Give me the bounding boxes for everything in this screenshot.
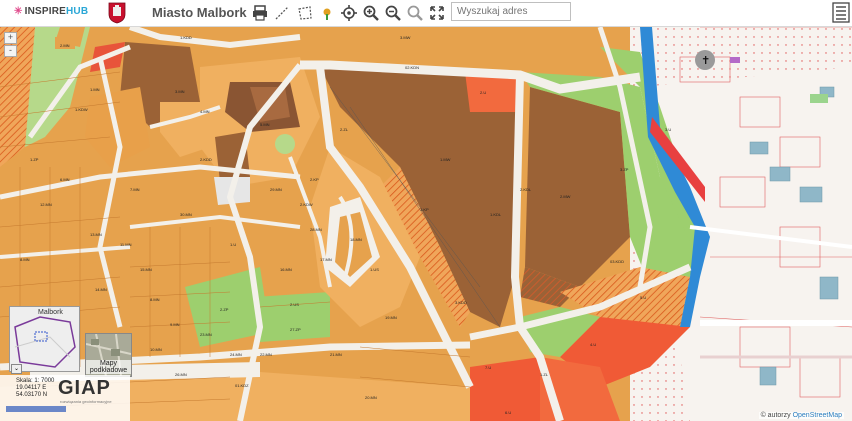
parcel-label: 2.KDW [300, 202, 313, 207]
inspirehub-logo-icon: ✳ [14, 6, 23, 17]
address-search-input[interactable] [451, 2, 571, 21]
parcel-label: 6.U [505, 410, 512, 415]
parcel-label: 2.ZL [340, 127, 349, 132]
parcel-label: 4.MN [200, 109, 210, 114]
parcel-label: 10.MN [150, 347, 162, 352]
parcel-label: 14.MN [95, 287, 107, 292]
measure-line-icon[interactable] [273, 4, 291, 22]
parcel-label: 13.MN [90, 232, 102, 237]
zoom-out-button[interactable]: - [4, 45, 17, 57]
parcel-label: 1.U [230, 242, 237, 247]
scale-readout: Skala: 1: 7000 19.04117 E 54.03170 N [16, 378, 54, 399]
parcel-label: 2.ZP [220, 307, 229, 312]
parcel-label: 27.ZP [290, 327, 301, 332]
parcel-label: 22.MN [260, 352, 272, 357]
parcel-label: 3.MW [400, 35, 411, 40]
scale-ratio: Skala: 1: 7000 [16, 378, 55, 384]
legend-menu-icon[interactable] [832, 2, 850, 23]
parcel-label: 2.MN [60, 43, 70, 48]
overview-minimap[interactable]: Malbork [9, 306, 80, 372]
parcel-label: 1.MW [440, 157, 451, 162]
parcel-label: 6.MN [60, 177, 70, 182]
minimap-toggle-icon[interactable]: ⌄ [11, 364, 22, 374]
parcel-label: 1.KDD [180, 35, 192, 40]
parcel-label: 8.MN [20, 257, 30, 262]
parcel-label: 7.MN [130, 187, 140, 192]
parcel-label: 21.MN [330, 352, 342, 357]
parcel-label: 12.MN [40, 202, 52, 207]
parcel-label: 26.MN [175, 372, 187, 377]
parcel-label: 5.U [640, 295, 647, 300]
basemap-switch-button[interactable]: Mapy podkładowe [85, 333, 132, 377]
parcel-label: 1.KDL [490, 212, 502, 217]
parcel-label: 11.MN [120, 242, 132, 247]
parcel-label: 4.U [590, 342, 597, 347]
parcel-label: 3.ZP [620, 167, 629, 172]
parcel-label: 2.KDD [200, 157, 212, 162]
parcel-label: 3.KDD [455, 300, 467, 305]
latitude: 54.03170 N [16, 392, 48, 398]
parcel-label: 8.MN [150, 297, 160, 302]
parcel-label: 3.U [665, 127, 672, 132]
locate-icon[interactable] [340, 4, 358, 22]
parcel-label: 17.MN [320, 257, 332, 262]
parcel-label: 01.KDZ [235, 383, 249, 388]
scale-panel: Skala: 1: 7000 19.04117 E 54.03170 N GIA… [0, 375, 130, 421]
zoom-controls: + - [4, 32, 17, 58]
parcel-label: 1.MN [90, 87, 100, 92]
zoom-in-button[interactable]: + [4, 32, 17, 44]
minimap-label: Malbork [38, 309, 63, 316]
parcel-label: 24.MN [230, 352, 242, 357]
parcel-label: 23.MN [200, 332, 212, 337]
parcel-label: 29.MN [270, 187, 282, 192]
city-crest-icon [108, 2, 126, 24]
parcel-label: 7.U [485, 365, 492, 370]
parcel-label: 2.U [480, 90, 487, 95]
map-attribution: © autorzy OpenStreetMap [758, 412, 844, 419]
inspirehub-logo[interactable]: ✳ INSPIREHUB [14, 6, 88, 17]
measure-area-icon[interactable] [296, 4, 314, 22]
zoom-extent-icon[interactable] [406, 4, 424, 22]
parcel-label: 5.MN [260, 122, 270, 127]
parcel-label: 19.MN [385, 315, 397, 320]
parcel-label: 1.ZP [30, 157, 39, 162]
city-title: Miasto Malbork [152, 5, 247, 20]
giap-tagline: rozwiązania geoinformacyjne [60, 399, 112, 404]
parcel-label: 15.MN [140, 267, 152, 272]
svg-text:✝: ✝ [701, 54, 710, 67]
zoom-out-icon[interactable] [384, 4, 402, 22]
parcel-label: 2.US [290, 302, 299, 307]
parcel-label: 16.MN [280, 267, 292, 272]
toolbar: ✳ INSPIREHUB Miasto Malbork [0, 0, 852, 27]
parcel-label: 1.KDW [75, 107, 88, 112]
parcel-label: 18.MN [350, 237, 362, 242]
parcel-label: 9.MN [170, 322, 180, 327]
parcel-label: 3.MN [175, 89, 185, 94]
parcel-label: 1.US [370, 267, 379, 272]
parcel-label: 03.KDD [610, 259, 625, 264]
parcel-label: 02.KDN [405, 65, 420, 70]
giap-logo[interactable]: GIAP [58, 377, 111, 400]
zoom-in-icon[interactable] [362, 4, 380, 22]
pin-icon[interactable] [318, 4, 336, 22]
openstreetmap-link[interactable]: OpenStreetMap [793, 412, 842, 419]
parcel-label: 1.KP [420, 207, 429, 212]
parcel-label: 28.MN [310, 227, 322, 232]
scale-bar [6, 406, 66, 412]
basemap-label: Mapy podkładowe [86, 360, 131, 374]
minimap-image [10, 307, 79, 371]
parcel-label: 2.KDL [520, 187, 532, 192]
print-icon[interactable] [251, 4, 269, 22]
longitude: 19.04117 E [16, 385, 47, 391]
parcel-label: 2.KP [310, 177, 319, 182]
parcel-label: 30.MN [180, 212, 192, 217]
parcel-label: 20.MN [365, 395, 377, 400]
parcel-label: 2.MW [560, 194, 571, 199]
parcel-label: 1.ZL [540, 372, 549, 377]
fullscreen-icon[interactable] [428, 4, 446, 22]
